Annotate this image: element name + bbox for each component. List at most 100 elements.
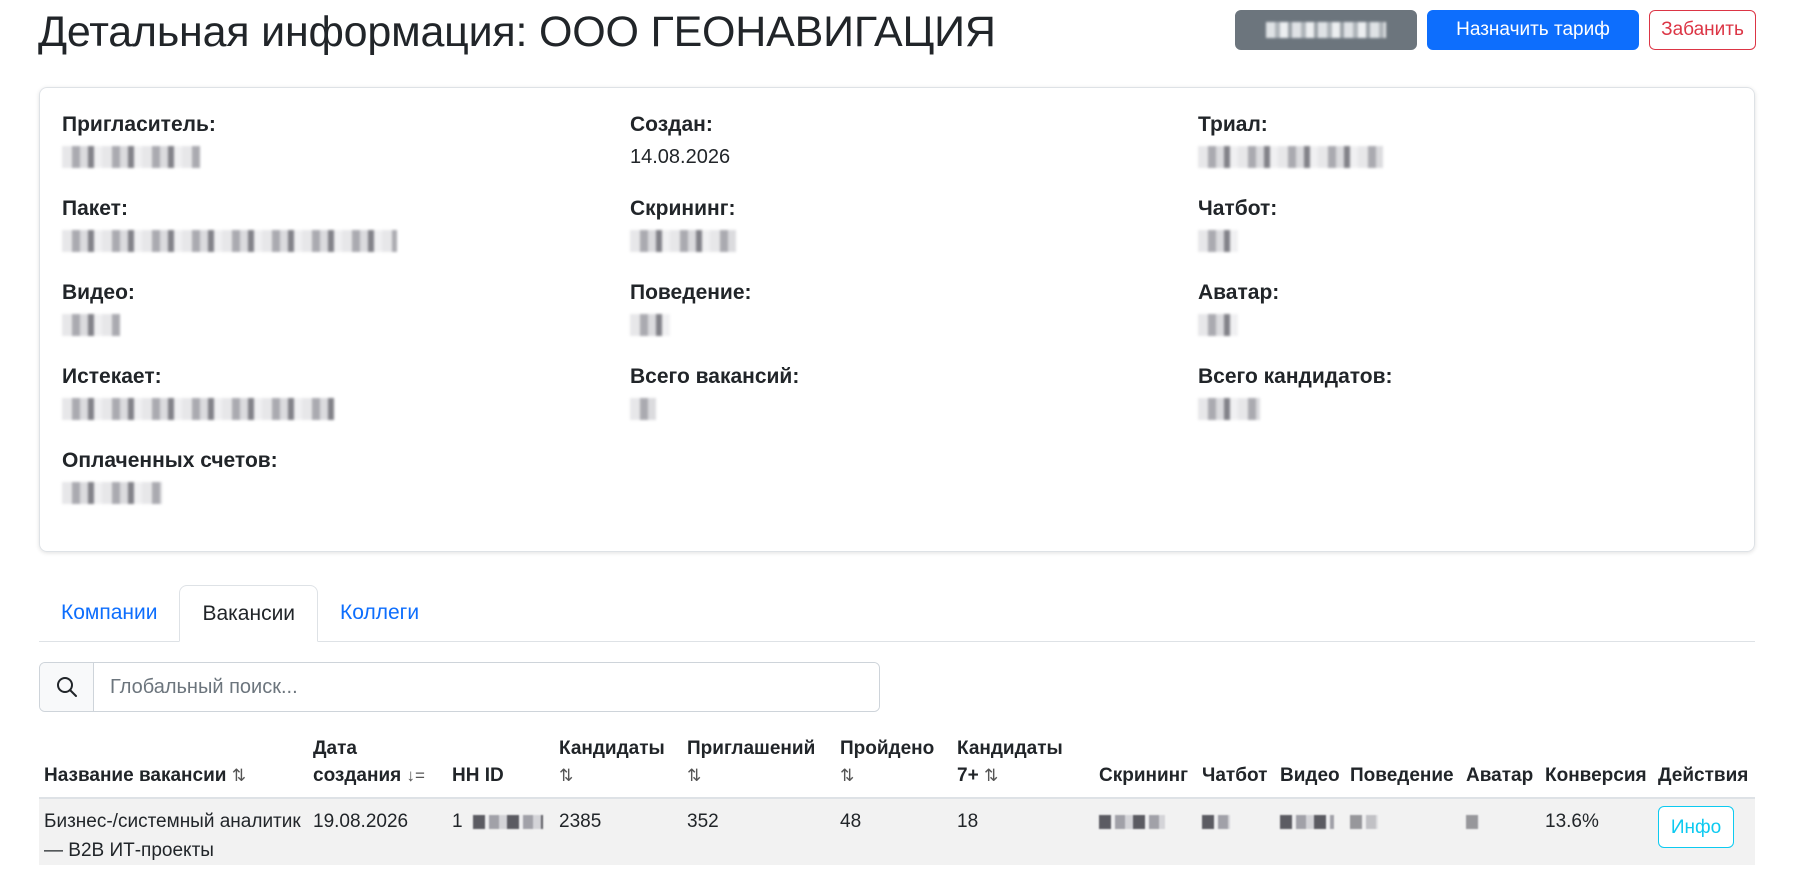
cell-video xyxy=(1275,798,1345,865)
info-value-redacted xyxy=(62,146,200,168)
search-group xyxy=(39,662,880,712)
info-expires: Истекает: xyxy=(62,364,334,420)
search-icon xyxy=(40,663,94,711)
col-label: Поведение xyxy=(1350,765,1454,786)
tabs: Компании Вакансии Коллеги xyxy=(39,585,1755,642)
cell-candidates-7plus: 18 xyxy=(952,798,1094,865)
info-label: Скрининг: xyxy=(630,197,736,220)
col-created-date[interactable]: Дата создания ↓= xyxy=(308,735,447,799)
col-chatbot: Чатбот xyxy=(1197,735,1275,799)
sort-icon[interactable]: ⇅ xyxy=(840,766,854,785)
col-label: Скрининг xyxy=(1099,765,1189,786)
tab-companies[interactable]: Компании xyxy=(39,585,179,641)
info-value-redacted xyxy=(630,230,736,252)
cell-hh-id: 1 xyxy=(447,798,554,865)
screening-redacted xyxy=(1099,815,1165,829)
info-label: Триал: xyxy=(1198,113,1268,136)
col-candidates[interactable]: Кандидаты ⇅ xyxy=(554,735,682,799)
col-label: Название вакансии xyxy=(44,765,227,786)
col-invitations[interactable]: Приглашений ⇅ xyxy=(682,735,835,799)
sort-icon[interactable]: ⇅ xyxy=(559,766,573,785)
info-value-redacted xyxy=(1198,230,1238,252)
col-label: Пройдено xyxy=(840,738,935,759)
cell-actions: Инфо xyxy=(1653,798,1755,865)
behavior-redacted xyxy=(1350,815,1378,829)
global-search-input[interactable] xyxy=(94,663,879,711)
info-value-redacted xyxy=(630,314,670,336)
video-redacted xyxy=(1280,815,1334,829)
info-trial: Триал: xyxy=(1198,112,1383,168)
col-avatar: Аватар xyxy=(1461,735,1540,799)
sort-icon[interactable]: ⇅ xyxy=(232,766,246,785)
info-value-redacted xyxy=(1198,146,1383,168)
info-label: Видео: xyxy=(62,281,135,304)
info-label: Аватар: xyxy=(1198,281,1280,304)
sort-icon[interactable]: ⇅ xyxy=(984,766,998,785)
col-label: Конверсия xyxy=(1545,765,1647,786)
sort-icon[interactable]: ⇅ xyxy=(687,766,701,785)
info-value: 14.08.2026 xyxy=(630,146,731,168)
info-created: Создан: 14.08.2026 xyxy=(630,112,730,170)
col-candidates-7plus[interactable]: Кандидаты 7+ ⇅ xyxy=(952,735,1094,799)
hh-id-redacted xyxy=(472,815,543,829)
cell-screening xyxy=(1094,798,1197,865)
hh-id-prefix: 1 xyxy=(452,811,463,832)
col-hh-id: HH ID xyxy=(447,735,554,799)
table-header-row: Название вакансии ⇅ Дата создания ↓= HH … xyxy=(39,735,1755,799)
info-label: Чатбот: xyxy=(1198,197,1278,220)
info-value-redacted xyxy=(62,398,334,420)
vacancies-table: Название вакансии ⇅ Дата создания ↓= HH … xyxy=(39,735,1755,865)
cell-passed: 48 xyxy=(835,798,952,865)
col-screening: Скрининг xyxy=(1094,735,1197,799)
col-label: Действия xyxy=(1658,765,1749,786)
info-button[interactable]: Инфо xyxy=(1658,806,1734,848)
page-title: Детальная информация: ООО ГЕОНАВИГАЦИЯ xyxy=(38,8,996,56)
info-package: Пакет: xyxy=(62,196,397,252)
chatbot-redacted xyxy=(1202,815,1230,829)
info-value-redacted xyxy=(1198,398,1260,420)
col-label: Чатбот xyxy=(1202,765,1268,786)
col-label: Кандидаты xyxy=(559,738,665,759)
col-video: Видео xyxy=(1275,735,1345,799)
tab-colleagues[interactable]: Коллеги xyxy=(318,585,441,641)
info-total-vacancies: Всего вакансий: xyxy=(630,364,799,420)
info-value-redacted xyxy=(630,398,656,420)
cell-chatbot xyxy=(1197,798,1275,865)
info-label: Поведение: xyxy=(630,281,752,304)
avatar-redacted xyxy=(1466,815,1480,829)
info-behavior: Поведение: xyxy=(630,280,752,336)
table-row: Бизнес-/системный аналитик — B2B ИТ-прое… xyxy=(39,798,1755,865)
col-conversion: Конверсия xyxy=(1540,735,1653,799)
info-label: Оплаченных счетов: xyxy=(62,449,278,472)
assign-tariff-button[interactable]: Назначить тариф xyxy=(1427,10,1639,50)
info-label: Истекает: xyxy=(62,365,162,388)
info-value-redacted xyxy=(62,230,397,252)
blurred-button-label xyxy=(1266,22,1386,38)
sort-desc-icon[interactable]: ↓= xyxy=(407,766,425,785)
info-paid-invoices: Оплаченных счетов: xyxy=(62,448,278,504)
info-chatbot: Чатбот: xyxy=(1198,196,1277,252)
blurred-button[interactable] xyxy=(1235,10,1417,50)
cell-vacancy-name: Бизнес-/системный аналитик — B2B ИТ-прое… xyxy=(39,798,308,865)
col-vacancy-name[interactable]: Название вакансии ⇅ xyxy=(39,735,308,799)
col-label: HH ID xyxy=(452,765,504,786)
info-inviter: Пригласитель: xyxy=(62,112,216,168)
tab-vacancies[interactable]: Вакансии xyxy=(179,585,319,642)
col-passed[interactable]: Пройдено ⇅ xyxy=(835,735,952,799)
col-label: Кандидаты 7+ xyxy=(957,738,1063,786)
col-label: Видео xyxy=(1280,765,1340,786)
info-label: Пригласитель: xyxy=(62,113,216,136)
cell-behavior xyxy=(1345,798,1461,865)
info-label: Создан: xyxy=(630,113,713,136)
col-actions: Действия xyxy=(1653,735,1755,799)
cell-candidates: 2385 xyxy=(554,798,682,865)
info-label: Пакет: xyxy=(62,197,128,220)
col-label: Аватар xyxy=(1466,765,1534,786)
col-label: Дата создания xyxy=(313,738,402,786)
info-video: Видео: xyxy=(62,280,135,336)
ban-button[interactable]: Забанить xyxy=(1649,10,1756,50)
cell-conversion: 13.6% xyxy=(1540,798,1653,865)
info-value-redacted xyxy=(62,314,120,336)
cell-created-date: 19.08.2026 xyxy=(308,798,447,865)
info-label: Всего кандидатов: xyxy=(1198,365,1393,388)
